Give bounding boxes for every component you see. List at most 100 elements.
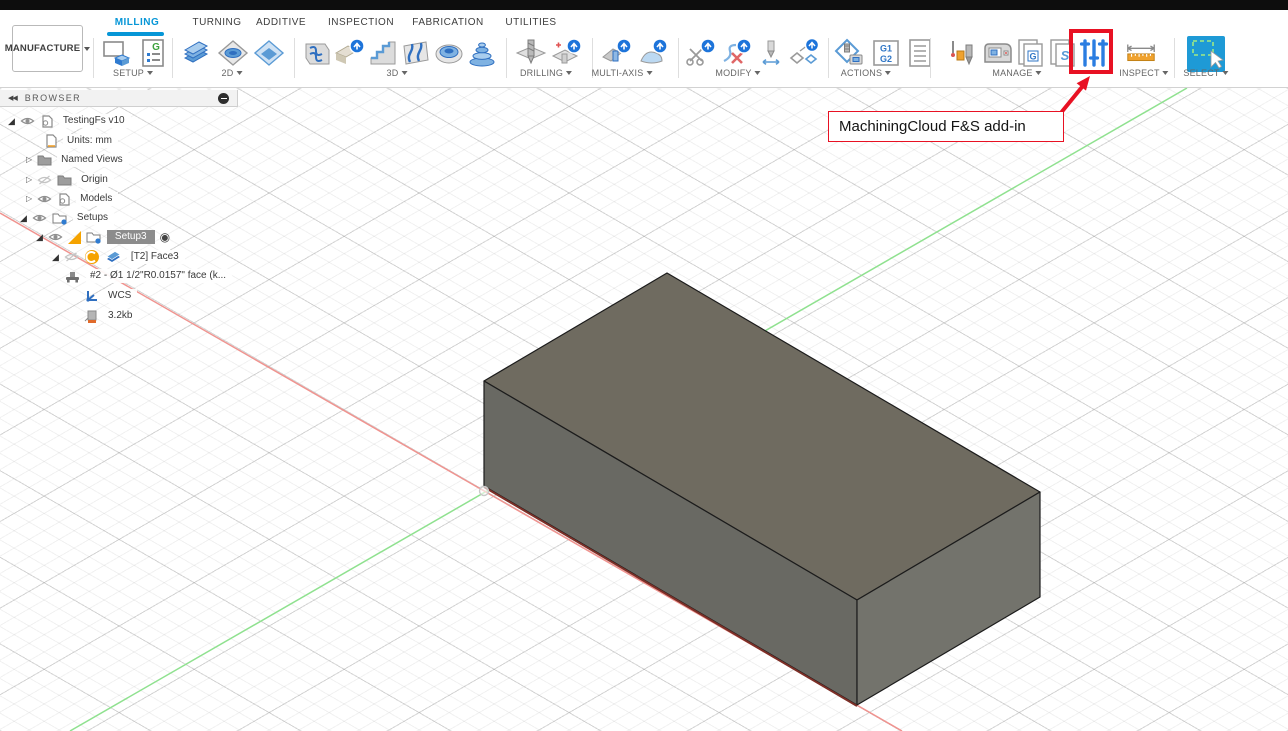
tree-row-units[interactable]: Units: mm [45, 133, 118, 149]
visibility-eye-icon[interactable] [32, 213, 47, 223]
tree-item-label[interactable]: [T2] Face3 [127, 250, 185, 264]
visibility-eye-icon[interactable] [37, 194, 52, 204]
transform-toolpath-button[interactable] [788, 36, 822, 70]
trim-toolpath-button[interactable] [684, 36, 718, 70]
chevron-down-icon [1163, 71, 1169, 75]
tab-additive[interactable]: ADDITIVE [256, 17, 306, 28]
bore-icon [550, 37, 584, 69]
expand-triangle-icon[interactable]: ◢ [52, 253, 59, 262]
delete-passes-button[interactable] [720, 36, 754, 70]
stock-body[interactable] [484, 273, 1040, 705]
tree-item-label[interactable]: 3.2kb [104, 309, 138, 323]
tree-item-label[interactable]: WCS [104, 289, 137, 303]
expand-triangle-icon[interactable]: ◢ [36, 233, 43, 242]
tree-row-face3[interactable]: ◢ [T2] Face3 [52, 249, 185, 265]
tree-item-label[interactable]: Setups [73, 211, 114, 225]
separator [506, 38, 507, 78]
transform-toolpath-icon [788, 37, 822, 69]
tab-utilities[interactable]: UTILITIES [505, 17, 556, 28]
tree-row-setup3[interactable]: ◢ Setup3 ◉ [36, 229, 170, 245]
parallel-button[interactable] [399, 36, 433, 70]
visibility-off-eye-icon[interactable] [37, 175, 52, 185]
collapse-panel-icon[interactable]: ◀◀ [8, 94, 17, 102]
tab-turning[interactable]: TURNING [192, 17, 241, 28]
machine-library-button[interactable] [981, 36, 1015, 70]
setup-group-dropdown[interactable]: SETUP [113, 68, 153, 78]
tree-item-label[interactable]: Models [76, 192, 118, 206]
bore-button[interactable] [550, 36, 584, 70]
collapse-triangle-icon[interactable]: ▷ [26, 176, 32, 184]
tree-item-label[interactable]: Named Views [57, 153, 129, 167]
drill-button[interactable] [514, 36, 548, 70]
collapse-triangle-icon[interactable]: ▷ [26, 195, 32, 203]
tool-library-button[interactable] [946, 36, 980, 70]
drilling-group-dropdown[interactable]: DRILLING [520, 68, 572, 78]
tree-row-named-views[interactable]: ▷ Named Views [26, 152, 129, 168]
activate-setup-icon[interactable]: ◉ [160, 231, 170, 243]
expand-triangle-icon[interactable]: ◢ [20, 214, 27, 223]
inspect-group-label: INSPECT [1119, 68, 1159, 78]
visibility-eye-icon[interactable] [48, 232, 63, 242]
visibility-eye-icon[interactable] [20, 116, 35, 126]
tab-fabrication[interactable]: FABRICATION [412, 17, 483, 28]
adaptive-clearing-icon [301, 38, 333, 68]
adaptive-clearing-button[interactable] [300, 36, 334, 70]
post-library-button[interactable]: G [1014, 36, 1048, 70]
tree-row-wcs[interactable]: WCS [84, 288, 137, 304]
tree-row-setups[interactable]: ◢ Setups [20, 210, 114, 226]
multiaxis-contour-button[interactable] [636, 36, 670, 70]
tree-row-stock[interactable]: 3.2kb [84, 308, 138, 324]
simulate-gcode-button[interactable]: G1 G2 [869, 36, 903, 70]
nc-program-button[interactable]: G [136, 36, 170, 70]
inspect-group-dropdown[interactable]: INSPECT [1119, 68, 1168, 78]
tree-item-label[interactable]: #2 - Ø1 1/2"R0.0157" face (k... [86, 269, 232, 283]
chevron-down-icon [1223, 71, 1229, 75]
2d-pocket-button[interactable] [216, 36, 250, 70]
2d-face-icon [253, 38, 285, 68]
measure-button[interactable] [1124, 36, 1158, 70]
machine-library-icon [981, 38, 1015, 68]
new-setup-icon [101, 38, 133, 68]
tree-row-origin[interactable]: ▷ Origin [26, 172, 114, 188]
modify-group-dropdown[interactable]: MODIFY [715, 68, 760, 78]
actions-group-dropdown[interactable]: ACTIONS [841, 68, 891, 78]
swarf-button[interactable] [600, 36, 634, 70]
setup-sheet-button[interactable] [903, 36, 937, 70]
manage-group-dropdown[interactable]: MANAGE [992, 68, 1041, 78]
tree-row-document[interactable]: ◢ TestingFs v10 [8, 113, 131, 129]
nc-program-icon: G [139, 38, 167, 68]
tree-row-models[interactable]: ▷ Models [26, 191, 118, 207]
tree-item-label[interactable]: Origin [77, 173, 114, 187]
tree-item-label[interactable]: Units: mm [63, 134, 118, 148]
drilling-group-label: DRILLING [520, 68, 563, 78]
collapse-triangle-icon[interactable]: ▷ [26, 156, 32, 164]
trim-scissors-icon [684, 37, 718, 69]
edit-tool-orientation-button[interactable] [754, 36, 788, 70]
tree-row-tool[interactable]: #2 - Ø1 1/2"R0.0157" face (k... [64, 268, 232, 284]
tree-item-label[interactable]: TestingFs v10 [59, 114, 131, 128]
post-process-button[interactable] [834, 36, 868, 70]
expand-triangle-icon[interactable]: ◢ [8, 117, 15, 126]
multiaxis-group-dropdown[interactable]: MULTI-AXIS [592, 68, 653, 78]
workspace-selector-button[interactable]: MANUFACTURE [12, 25, 83, 72]
edit-tool-orientation-icon [755, 37, 787, 69]
pocket-clearing-button[interactable] [333, 36, 367, 70]
steep-shallow-button[interactable] [366, 36, 400, 70]
2d-face-button[interactable] [252, 36, 286, 70]
minimize-browser-icon[interactable] [218, 93, 229, 104]
chevron-down-icon [566, 71, 572, 75]
2d-adaptive-button[interactable] [180, 36, 214, 70]
tab-inspection[interactable]: INSPECTION [328, 17, 394, 28]
2d-group-dropdown[interactable]: 2D [222, 68, 243, 78]
select-group-dropdown[interactable]: SELECT [1183, 68, 1228, 78]
modify-group-label: MODIFY [715, 68, 751, 78]
tree-item-label-selected[interactable]: Setup3 [107, 230, 155, 244]
horizontal-button[interactable] [432, 36, 466, 70]
visibility-off-eye-icon[interactable] [64, 252, 79, 262]
spiral-button[interactable] [465, 36, 499, 70]
tab-milling[interactable]: MILLING [115, 17, 160, 28]
3d-group-dropdown[interactable]: 3D [387, 68, 408, 78]
chevron-down-icon [1036, 71, 1042, 75]
viewport-canvas[interactable] [0, 88, 1288, 731]
new-setup-button[interactable] [100, 36, 134, 70]
